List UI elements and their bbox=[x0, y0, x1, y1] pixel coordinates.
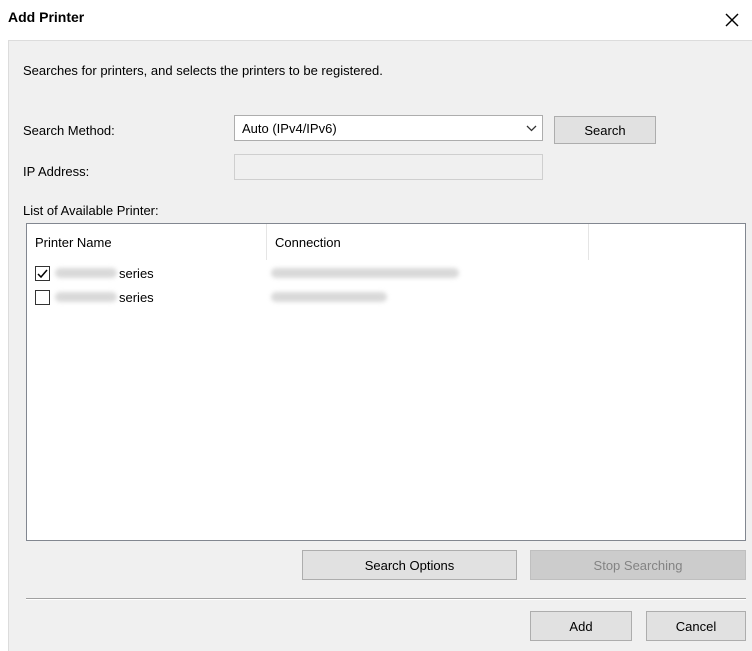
ip-address-label: IP Address: bbox=[23, 164, 90, 179]
printer-checkbox[interactable] bbox=[35, 265, 50, 281]
cancel-button[interactable]: Cancel bbox=[646, 611, 746, 641]
redacted-printer-name bbox=[55, 292, 117, 302]
search-button[interactable]: Search bbox=[554, 116, 656, 144]
description-text: Searches for printers, and selects the p… bbox=[23, 63, 383, 78]
printer-list[interactable]: Printer Name Connection series series bbox=[26, 223, 746, 541]
redacted-printer-name bbox=[55, 268, 117, 278]
column-header-printer-name[interactable]: Printer Name bbox=[27, 224, 267, 260]
checkmark-icon bbox=[37, 269, 48, 278]
column-header-connection[interactable]: Connection bbox=[267, 224, 589, 260]
title-bar: Add Printer bbox=[0, 0, 752, 40]
search-options-button[interactable]: Search Options bbox=[302, 550, 517, 580]
window-title: Add Printer bbox=[8, 9, 85, 25]
redacted-connection bbox=[271, 292, 387, 302]
search-method-dropdown[interactable]: Auto (IPv4/IPv6) bbox=[234, 115, 543, 141]
redacted-connection bbox=[271, 268, 459, 278]
stop-searching-button[interactable]: Stop Searching bbox=[530, 550, 746, 580]
chevron-down-icon bbox=[520, 116, 542, 140]
add-printer-dialog: Add Printer Searches for printers, and s… bbox=[0, 0, 752, 651]
divider bbox=[26, 598, 746, 600]
list-item[interactable]: series bbox=[27, 285, 745, 309]
list-item[interactable]: series bbox=[27, 261, 745, 285]
search-method-label: Search Method: bbox=[23, 123, 115, 138]
close-button[interactable] bbox=[712, 0, 752, 40]
printer-checkbox[interactable] bbox=[35, 289, 50, 305]
column-header-empty bbox=[589, 224, 745, 260]
search-method-value: Auto (IPv4/IPv6) bbox=[242, 120, 337, 136]
list-header: Printer Name Connection bbox=[27, 224, 745, 260]
ip-address-field[interactable] bbox=[234, 154, 543, 180]
printer-name-suffix: series bbox=[119, 265, 154, 281]
printer-list-label: List of Available Printer: bbox=[23, 203, 159, 218]
add-button[interactable]: Add bbox=[530, 611, 632, 641]
dialog-body: Searches for printers, and selects the p… bbox=[8, 40, 752, 651]
close-icon bbox=[725, 13, 739, 27]
printer-name-suffix: series bbox=[119, 289, 154, 305]
